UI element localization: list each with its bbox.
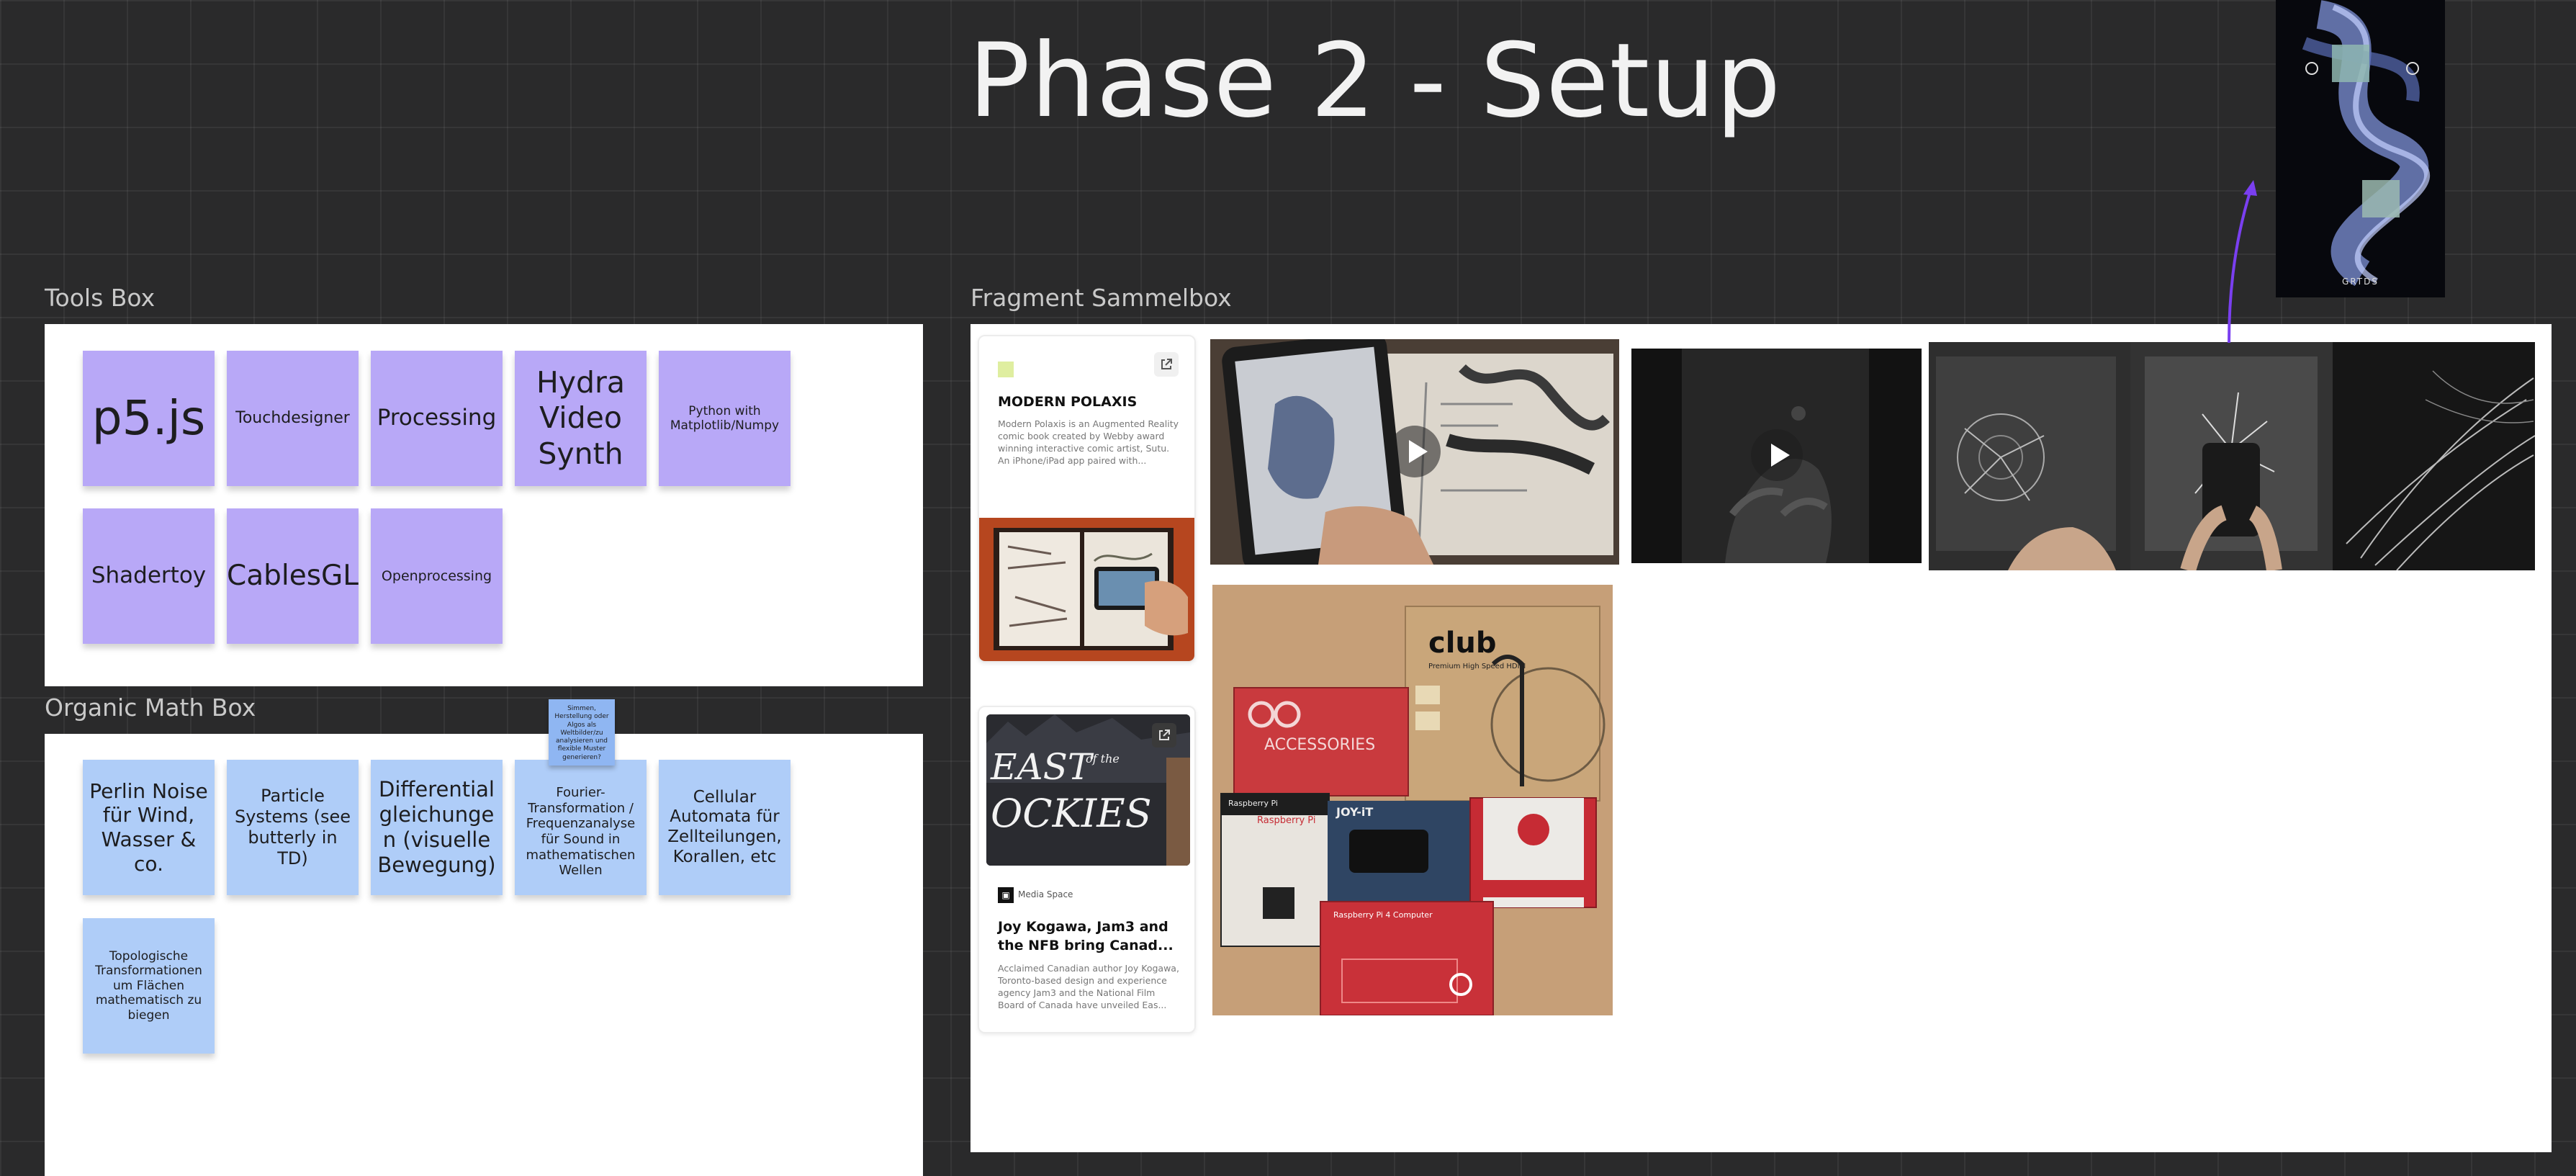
page-title[interactable]: Phase 2 - Setup (968, 22, 1781, 140)
frame-label-tools-box[interactable]: Tools Box (45, 284, 155, 312)
frame-organic-math-box[interactable]: Perlin Noise für Wind, Wasser & co. Part… (45, 734, 923, 1176)
open-link-button[interactable] (1154, 352, 1179, 377)
open-link-button[interactable] (1152, 723, 1176, 748)
club-logo: club (1428, 627, 1497, 660)
media-space-logo-icon: ▣ (998, 887, 1014, 903)
accessories-label: ACCESSORIES (1264, 736, 1376, 754)
sticky-note[interactable]: Openprocessing (371, 508, 503, 644)
sticky-note[interactable]: Perlin Noise für Wind, Wasser & co. (83, 760, 215, 895)
sticky-note[interactable]: Topologische Transformationen um Flächen… (83, 918, 215, 1054)
external-link-icon (1159, 730, 1170, 740)
sticky-note[interactable]: Cellular Automata für Zellteilungen, Kor… (659, 760, 791, 895)
sticky-note[interactable]: Touchdesigner (227, 351, 359, 486)
thumb-text-east: EAST (991, 746, 1092, 788)
sticky-note-small[interactable]: Simmen, Herstellung oder Algos als Weltb… (549, 699, 615, 766)
card-description: Acclaimed Canadian author Joy Kogawa, To… (998, 963, 1179, 1010)
image-triptych[interactable] (1929, 342, 2535, 570)
frame-tools-box[interactable]: p5.js Touchdesigner Processing Hydra Vid… (45, 324, 923, 686)
card-source: Media Space (1018, 889, 1073, 899)
card-image (979, 518, 1194, 661)
card-description: Modern Polaxis is an Augmented Reality c… (998, 418, 1179, 466)
sticky-note[interactable]: Differentialgleichungen (visuelle Bewegu… (371, 760, 503, 895)
link-card-east-of-the-rockies[interactable]: EAST of the OCKIES ▣ Media Space Joy Kog… (978, 706, 1196, 1033)
sticky-note[interactable]: Hydra Video Synth (515, 351, 647, 486)
sticky-note[interactable]: Shadertoy (83, 508, 215, 644)
thumb-text-ockies: OCKIES (991, 791, 1152, 836)
card-title: Joy Kogawa, Jam3 and the NFB bring Canad… (998, 919, 1174, 953)
favicon (998, 362, 1014, 377)
rpi-camera-title: Raspberry Pi (1257, 815, 1316, 826)
sticky-note[interactable]: Processing (371, 351, 503, 486)
poster-caption: GRTDS (2342, 277, 2379, 287)
club-subtitle: Premium High Speed HDMI (1428, 663, 1526, 670)
sticky-note[interactable]: Fourier-Transformation / Frequenzanalyse… (515, 760, 647, 895)
thumb-text-of-the: of the (1086, 752, 1120, 766)
sticky-note[interactable]: Python with Matplotlib/Numpy (659, 351, 791, 486)
external-link-icon (1161, 359, 1172, 369)
link-card-modern-polaxis[interactable]: MODERN POLAXIS Modern Polaxis is an Augm… (978, 335, 1196, 663)
frame-label-organic-math-box[interactable]: Organic Math Box (45, 694, 256, 722)
video-embed-ar-comic[interactable] (1210, 339, 1619, 565)
rpi-camera-label: Raspberry Pi (1228, 799, 1278, 808)
sticky-note[interactable]: Particle Systems (see butterly in TD) (227, 760, 359, 895)
card-title: MODERN POLAXIS (998, 394, 1138, 410)
video-embed-dark[interactable] (1631, 349, 1922, 563)
sticky-note[interactable]: p5.js (83, 351, 215, 486)
play-icon[interactable] (1751, 429, 1803, 481)
sticky-note[interactable]: CablesGL (227, 508, 359, 644)
rpi4-label: Raspberry Pi 4 Computer (1333, 910, 1433, 920)
connector-arrow[interactable] (2217, 173, 2261, 346)
frame-label-fragment-sammelbox[interactable]: Fragment Sammelbox (970, 284, 1232, 312)
joyit-label: JOY-iT (1336, 805, 1374, 819)
image-hardware-photo[interactable]: club Premium High Speed HDMI ACCESSORIES… (1212, 585, 1613, 1015)
play-icon[interactable] (1389, 426, 1441, 477)
image-poster[interactable]: GRTDS (2276, 0, 2445, 297)
